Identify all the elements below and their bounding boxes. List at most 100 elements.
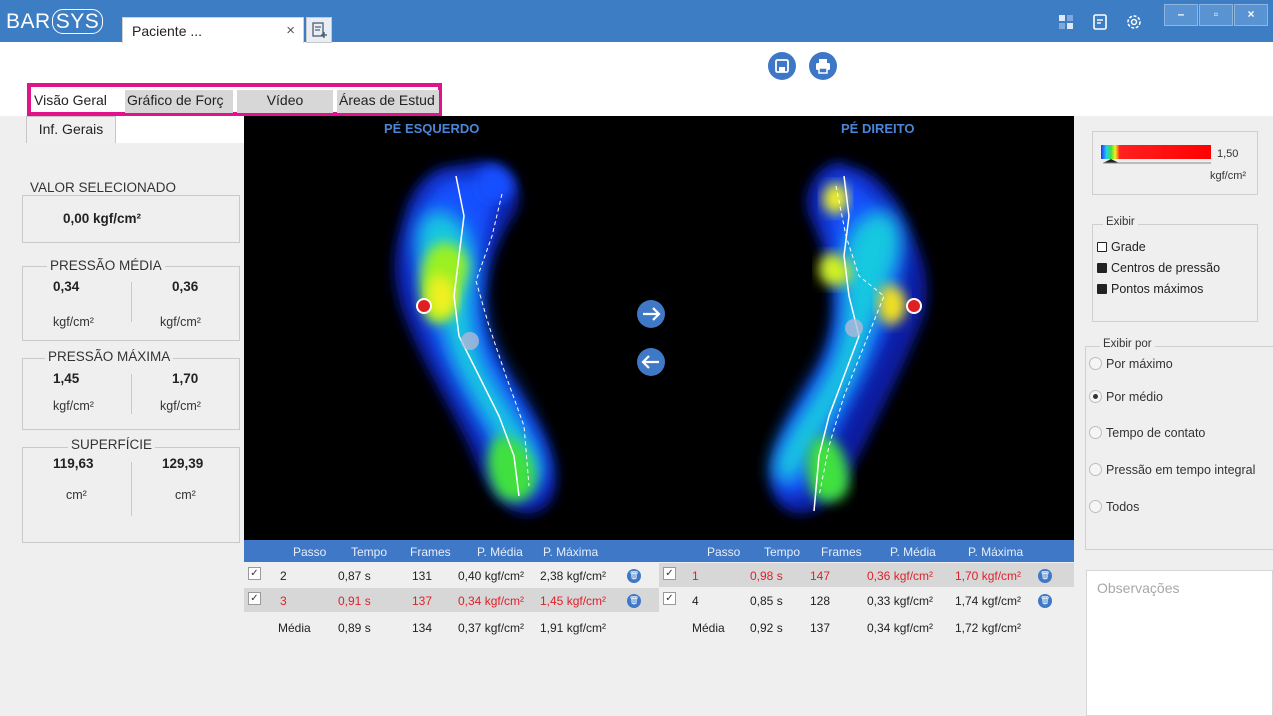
save-icon [775,59,789,73]
delete-icon[interactable]: 🗑 [1038,594,1052,608]
tab-video[interactable]: Vídeo [237,90,333,113]
selected-value-title: VALOR SELECIONADO [27,180,180,195]
radio-label: Por médio [1106,390,1163,404]
patient-tab[interactable]: Paciente ... × [122,17,304,43]
checkbox-grade[interactable]: Grade [1097,240,1146,254]
header-passo: Passo [293,545,327,559]
close-icon[interactable]: × [286,22,295,39]
cell-tempo: 0,98 s [750,569,783,583]
table-row[interactable]: ✓ 1 0,98 s 147 0,36 kgf/cm² 1,70 kgf/cm²… [659,563,1074,587]
radio-label: Todos [1106,500,1140,514]
max-pressure-left: 1,45 [53,371,80,386]
checkbox-centros-pressao[interactable]: Centros de pressão [1097,261,1220,275]
cell-maxima: 2,38 kgf/cm² [540,569,607,583]
header-media: P. Média [890,545,936,559]
save-button[interactable] [768,52,796,80]
tab-visao-geral[interactable]: Visão Geral [32,90,121,113]
avg-pressure-unit-left: kgf/cm² [53,315,94,329]
checkbox-centros-box[interactable] [1097,263,1107,273]
scale-value: 1,50 [1217,148,1239,160]
radio-dot[interactable] [1089,500,1102,513]
report-icon[interactable] [1090,12,1110,32]
radio-dot[interactable] [1089,357,1102,370]
max-pressure-unit-right: kgf/cm² [160,399,201,413]
print-icon [816,59,830,74]
radio-dot[interactable] [1089,463,1102,476]
cell-passo: 2 [280,569,287,583]
table-row[interactable]: ✓ 3 0,91 s 137 0,34 kgf/cm² 1,45 kgf/cm²… [244,588,659,612]
print-button[interactable] [809,52,837,80]
checkbox-grade-box[interactable] [1097,242,1107,252]
radio-dot[interactable] [1089,390,1102,403]
observacoes-field[interactable]: Observações [1086,570,1273,716]
right-foot-heatmap [772,161,928,515]
radio-label: Tempo de contato [1106,426,1206,440]
arrow-left-icon[interactable] [637,348,665,376]
tab-grafico-forca[interactable]: Gráfico de Forç [125,90,233,113]
row-checkbox[interactable]: ✓ [663,592,676,605]
checkbox-label: Centros de pressão [1111,261,1221,275]
cell-media: 0,36 kgf/cm² [867,569,934,583]
delete-icon[interactable]: 🗑 [627,569,641,583]
surface-right: 129,39 [162,456,204,471]
radio-pressao-tempo-integral[interactable]: Pressão em tempo integral [1089,463,1255,477]
header-maxima: P. Máxima [968,545,1024,559]
cell-maxima: 1,74 kgf/cm² [955,594,1022,608]
arrow-right-icon[interactable] [637,300,665,328]
cell-tempo: 0,87 s [338,569,371,583]
divider [131,374,132,414]
radio-dot[interactable] [1089,426,1102,439]
cell-passo: 3 [280,594,287,608]
exibir-title: Exibir [1103,216,1138,228]
checkbox-pontos-box[interactable] [1097,284,1107,294]
cell-label: Média [692,621,725,635]
avg-pressure-right: 0,36 [172,279,199,294]
cell-tempo: 0,91 s [338,594,371,608]
surface-title: SUPERFÍCIE [68,437,156,452]
delete-icon[interactable]: 🗑 [627,594,641,608]
tab-areas-estudo[interactable]: Áreas de Estud [337,90,439,113]
header-passo: Passo [707,545,741,559]
radio-label: Pressão em tempo integral [1106,463,1256,477]
delete-icon[interactable]: 🗑 [1038,569,1052,583]
table-row[interactable]: ✓ 4 0,85 s 128 0,33 kgf/cm² 1,74 kgf/cm²… [659,588,1074,612]
color-scale-box: 1,50 kgf/cm² [1092,131,1258,195]
maximize-button[interactable]: ▫ [1199,4,1233,26]
new-tab-icon [312,22,327,38]
grid-icon[interactable] [1056,12,1076,32]
minimize-button[interactable]: – [1164,4,1198,26]
radio-tempo-contato[interactable]: Tempo de contato [1089,426,1205,440]
checkbox-pontos-maximos[interactable]: Pontos máximos [1097,282,1203,296]
radio-todos[interactable]: Todos [1089,500,1139,514]
title-bar: BAR SYS Paciente ... × – ▫ × [0,0,1273,43]
new-tab-button[interactable] [306,17,332,43]
cell-passo: 1 [692,569,699,583]
table-row[interactable]: ✓ 2 0,87 s 131 0,40 kgf/cm² 2,38 kgf/cm²… [244,563,659,587]
left-foot-heatmap [394,161,556,515]
avg-pressure-title: PRESSÃO MÉDIA [47,258,165,273]
table-row-average: Média 0,92 s 137 0,34 kgf/cm² 1,72 kgf/c… [659,615,1074,639]
avg-pressure-left: 0,34 [53,279,80,294]
divider [131,462,132,516]
right-table-header: Passo Tempo Frames P. Média P. Máxima [659,540,1074,562]
cell-tempo: 0,85 s [750,594,783,608]
header-tempo: Tempo [764,545,801,559]
radio-label: Por máximo [1106,357,1173,371]
tab-inf-gerais[interactable]: Inf. Gerais [26,116,116,143]
radio-por-maximo[interactable]: Por máximo [1089,357,1173,371]
max-pressure-unit-left: kgf/cm² [53,399,94,413]
row-checkbox[interactable]: ✓ [248,567,261,580]
radio-por-medio[interactable]: Por médio [1089,390,1163,404]
gear-icon[interactable] [1124,12,1144,32]
row-checkbox[interactable]: ✓ [663,567,676,580]
header-media: P. Média [477,545,523,559]
row-checkbox[interactable]: ✓ [248,592,261,605]
cell-media: 0,34 kgf/cm² [867,621,934,635]
cell-media: 0,34 kgf/cm² [458,594,525,608]
close-window-button[interactable]: × [1234,4,1268,26]
cell-label: Média [278,621,311,635]
pressure-scan-view[interactable]: PÉ ESQUERDO PÉ DIREITO [244,116,1074,540]
cell-frames: 137 [810,621,831,635]
main-tabs: Visão Geral Gráfico de Forç Vídeo Áreas … [27,83,442,116]
cell-frames: 137 [412,594,433,608]
